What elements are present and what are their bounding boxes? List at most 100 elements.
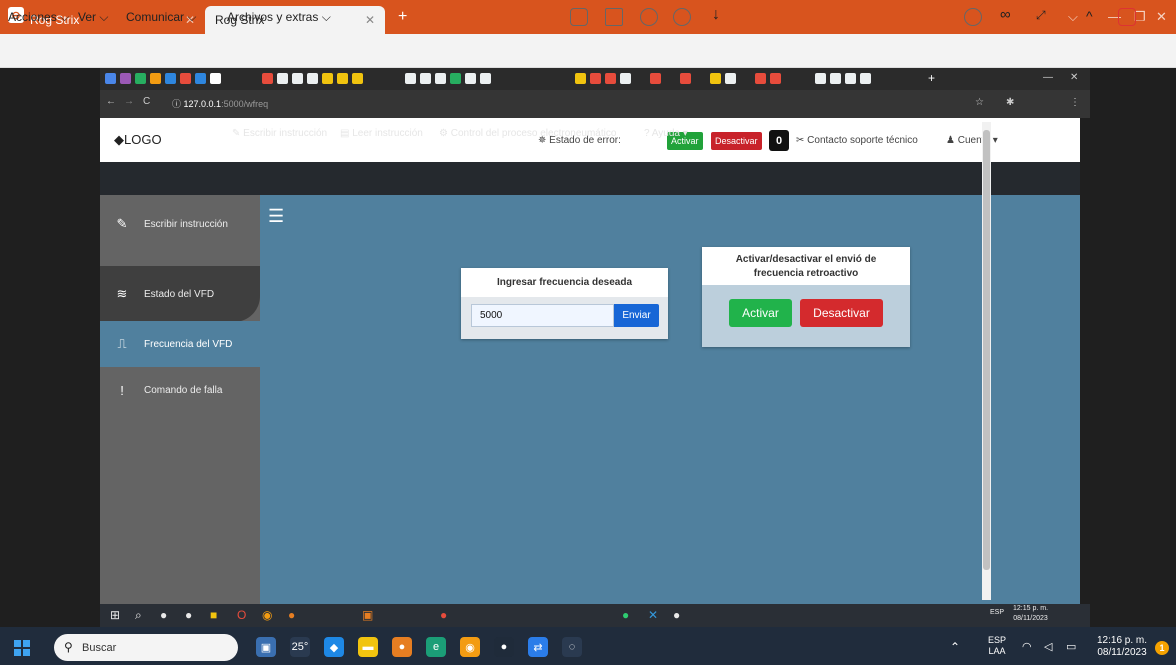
tab-favicon-icon[interactable] — [195, 73, 206, 84]
file-explorer-icon[interactable]: ▬ — [358, 637, 378, 657]
screen-share-icon[interactable] — [964, 8, 982, 26]
users-icon[interactable]: ∞ — [1000, 6, 1011, 23]
tab-favicon-icon[interactable] — [710, 73, 721, 84]
start-icon[interactable]: ⊞ — [110, 608, 120, 622]
scrollbar-thumb[interactable] — [983, 130, 990, 570]
firefox-icon[interactable]: ● — [392, 637, 412, 657]
tab-favicon-icon[interactable] — [307, 73, 318, 84]
tab-favicon-icon[interactable] — [450, 73, 461, 84]
menu-comunicar[interactable]: Comunicar ⌵ — [126, 10, 196, 25]
lock-icon[interactable] — [640, 8, 658, 26]
tab-favicon-icon[interactable] — [210, 73, 221, 84]
activar-button[interactable]: Activar — [729, 299, 792, 327]
logo[interactable]: ◆LOGO — [114, 132, 162, 148]
nav-ayuda[interactable]: ? Ayuda ▾ — [644, 128, 688, 139]
menu-archivos[interactable]: Archivos y extras ⌵ — [227, 10, 331, 25]
sidebar-item-escribir[interactable]: ✎ Escribir instrucción — [100, 195, 260, 253]
tab-favicon-icon[interactable] — [620, 73, 631, 84]
extensions-icon[interactable]: ✱ — [1006, 97, 1014, 108]
tray-overflow-icon[interactable]: ⌃ — [950, 640, 960, 654]
remote-clock[interactable]: 12:15 p. m. 08/11/2023 — [1013, 604, 1048, 624]
tab-favicon-icon[interactable] — [322, 73, 333, 84]
search-icon[interactable]: ⌕ — [135, 608, 142, 623]
record-icon[interactable] — [673, 8, 691, 26]
taskbar-app-icon[interactable]: ▣ — [362, 608, 373, 622]
weather-icon[interactable]: 25° — [290, 637, 310, 657]
tab-favicon-icon[interactable] — [590, 73, 601, 84]
tab-favicon-icon[interactable] — [277, 73, 288, 84]
kebab-menu-icon[interactable]: ⋮ — [1070, 97, 1080, 108]
battery-icon[interactable]: ▭ — [1066, 640, 1076, 653]
chevron-down-icon[interactable]: ⌵ — [1068, 9, 1078, 25]
opera-icon[interactable]: O — [237, 608, 246, 622]
tab-favicon-icon[interactable] — [860, 73, 871, 84]
tab-favicon-icon[interactable] — [292, 73, 303, 84]
tab-favicon-icon[interactable] — [725, 73, 736, 84]
tab-favicon-icon[interactable] — [165, 73, 176, 84]
back-icon[interactable]: ← — [106, 96, 116, 107]
notification-badge[interactable]: 1 — [1155, 641, 1169, 655]
wifi-icon[interactable]: ◠ — [1022, 640, 1032, 653]
new-tab-icon[interactable]: + — [398, 8, 407, 26]
keyboard-icon[interactable] — [605, 8, 623, 26]
nav-inicio[interactable]: ⌂ Inicio — [168, 125, 213, 140]
spotify-icon[interactable]: ● — [622, 608, 629, 622]
menu-ver[interactable]: Ver ⌵ — [78, 10, 108, 25]
tab-favicon-icon[interactable] — [405, 73, 416, 84]
tab-favicon-icon[interactable] — [105, 73, 116, 84]
language-indicator[interactable]: ESP LAA — [988, 635, 1006, 657]
minimize-icon[interactable]: — — [1043, 72, 1053, 83]
tab-favicon-icon[interactable] — [352, 73, 363, 84]
download-icon[interactable]: ↓ — [712, 6, 720, 24]
taskbar-app-icon[interactable]: ● — [160, 608, 167, 622]
close-window-icon[interactable]: ✕ — [1070, 72, 1078, 83]
tab-favicon-icon[interactable] — [830, 73, 841, 84]
sidebar-item-comando[interactable]: ! Comando de falla — [100, 367, 260, 413]
taskbar-app-icon[interactable]: ● — [440, 608, 447, 622]
taskbar-app-icon[interactable]: ◌ — [562, 637, 582, 657]
vscode-icon[interactable]: ✕ — [648, 608, 658, 622]
remote-language[interactable]: ESP — [990, 609, 1004, 616]
error-desactivar-button[interactable]: Desactivar — [711, 132, 762, 150]
taskbar-app-icon[interactable]: ● — [673, 608, 680, 622]
tab-favicon-icon[interactable] — [337, 73, 348, 84]
close-window-icon[interactable]: ✕ — [1156, 9, 1167, 25]
firefox-icon[interactable]: ● — [288, 608, 295, 622]
tab-favicon-icon[interactable] — [480, 73, 491, 84]
forward-icon[interactable]: → — [124, 96, 134, 107]
tab-favicon-icon[interactable] — [180, 73, 191, 84]
sidebar-item-frecuencia[interactable]: ⎍ Frecuencia del VFD — [100, 321, 260, 367]
copilot-icon[interactable]: ◆ — [324, 637, 344, 657]
sidebar-item-estado[interactable]: ≋ Estado del VFD — [100, 266, 260, 322]
support-contact-link[interactable]: ✂ Contacto soporte técnico — [796, 135, 918, 146]
nav-escribir[interactable]: ✎ Escribir instrucción — [232, 128, 327, 139]
fullscreen-icon[interactable]: ⤢ — [1036, 8, 1046, 23]
tab-favicon-icon[interactable] — [650, 73, 661, 84]
tab-favicon-icon[interactable] — [135, 73, 146, 84]
teamviewer-icon[interactable]: ⇄ — [528, 637, 548, 657]
nav-control[interactable]: ⚙ Control del proceso electroneumático — [439, 128, 616, 139]
chrome-icon[interactable]: ◉ — [460, 637, 480, 657]
url-field[interactable]: ⓘ 127.0.0.1:5000/wfreq — [172, 97, 268, 110]
tab-favicon-icon[interactable] — [262, 73, 273, 84]
taskbar-search[interactable]: Buscar — [54, 634, 238, 661]
tab-favicon-icon[interactable] — [680, 73, 691, 84]
volume-icon[interactable]: ◁ — [1044, 640, 1052, 653]
clock[interactable]: 12:16 p. m. 08/11/2023 — [1097, 635, 1147, 659]
reload-icon[interactable]: C — [143, 96, 150, 107]
task-view-icon[interactable]: ▣ — [256, 637, 276, 657]
tab-favicon-icon[interactable] — [845, 73, 856, 84]
tab-favicon-icon[interactable] — [120, 73, 131, 84]
tab-favicon-icon[interactable] — [435, 73, 446, 84]
taskbar-app-icon[interactable]: ● — [185, 608, 192, 622]
windows-start-icon[interactable] — [14, 640, 30, 656]
send-button[interactable]: Enviar — [614, 304, 659, 327]
tab-favicon-icon[interactable] — [150, 73, 161, 84]
edge-icon[interactable]: e — [426, 637, 446, 657]
frequency-input[interactable] — [471, 304, 614, 327]
chevron-up-icon[interactable]: ^ — [1086, 8, 1093, 24]
stats-icon[interactable] — [570, 8, 588, 26]
nav-leer[interactable]: ▤ Leer instrucción — [340, 128, 423, 139]
new-tab-icon[interactable]: + — [928, 71, 935, 85]
desactivar-button[interactable]: Desactivar — [800, 299, 883, 327]
